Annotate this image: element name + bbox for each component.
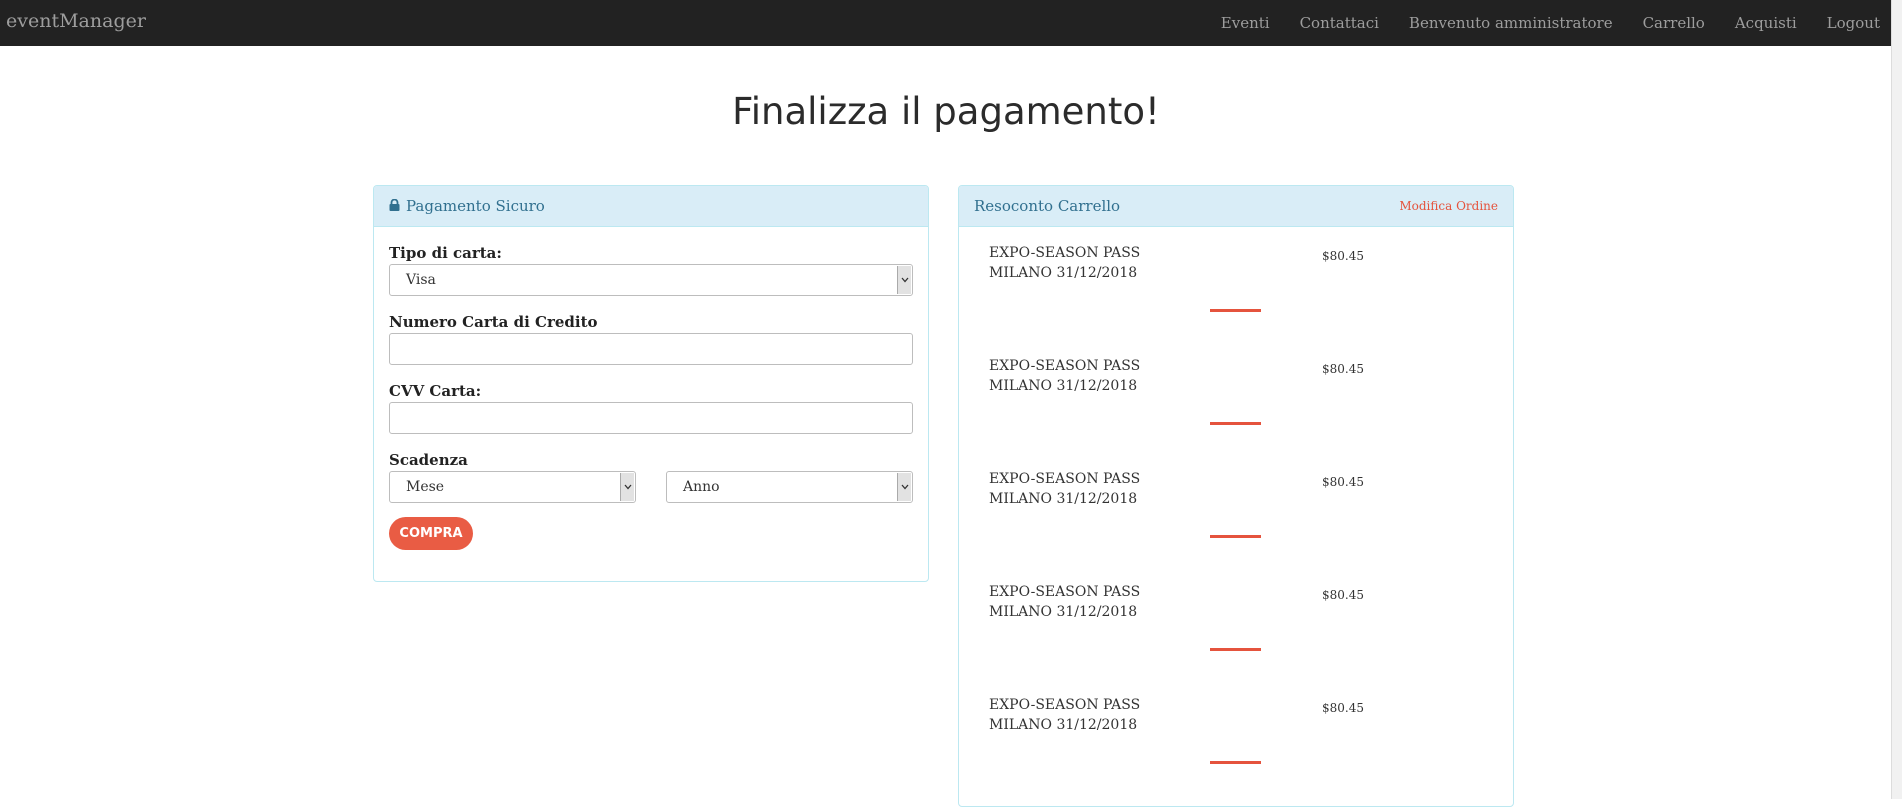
- nav-link-contattaci[interactable]: Contattaci: [1300, 14, 1379, 32]
- cart-item-name: EXPO-SEASON PASS MILANO 31/12/2018: [989, 358, 1141, 394]
- caret-down-icon: [897, 266, 911, 294]
- nav-link-acquisti[interactable]: Acquisti: [1735, 14, 1797, 32]
- cart-item-divider: [1210, 535, 1261, 538]
- caret-down-icon: [897, 473, 911, 501]
- cart-panel-title: Resoconto Carrello: [974, 197, 1121, 215]
- expiry-label: Scadenza: [389, 451, 468, 469]
- edit-order-link[interactable]: Modifica Ordine: [1399, 199, 1498, 213]
- payment-panel: Pagamento Sicuro Tipo di carta: Visa Num…: [373, 185, 929, 582]
- expiry-year-value: Anno: [683, 479, 720, 495]
- cart-item: EXPO-SEASON PASS MILANO 31/12/2018 $80.45: [989, 356, 1489, 469]
- cart-item-divider: [1210, 309, 1261, 312]
- cart-item-price: $80.45: [1322, 362, 1364, 376]
- vertical-scrollbar[interactable]: [1891, 0, 1902, 799]
- card-type-label: Tipo di carta:: [389, 244, 502, 262]
- card-type-value: Visa: [406, 272, 436, 288]
- card-number-label: Numero Carta di Credito: [389, 313, 598, 331]
- cart-summary-panel: Resoconto Carrello Modifica Ordine EXPO-…: [958, 185, 1514, 807]
- card-number-input[interactable]: [389, 333, 913, 365]
- cart-item-divider: [1210, 648, 1261, 651]
- navbar: eventManager Eventi Contattaci Benvenuto…: [0, 0, 1892, 46]
- cart-item-divider: [1210, 761, 1261, 764]
- payment-panel-title: Pagamento Sicuro: [406, 197, 545, 215]
- lock-icon: [389, 199, 400, 211]
- cart-item-name: EXPO-SEASON PASS MILANO 31/12/2018: [989, 584, 1141, 620]
- cart-item-price: $80.45: [1322, 588, 1364, 602]
- cart-item: EXPO-SEASON PASS MILANO 31/12/2018 $80.45: [989, 469, 1489, 582]
- nav-links: Eventi Contattaci Benvenuto amministrato…: [1191, 0, 1880, 46]
- cart-item-divider: [1210, 422, 1261, 425]
- cvv-label: CVV Carta:: [389, 382, 482, 400]
- cart-item-price: $80.45: [1322, 701, 1364, 715]
- cart-item: EXPO-SEASON PASS MILANO 31/12/2018 $80.45: [989, 695, 1489, 808]
- caret-down-icon: [620, 473, 634, 501]
- cart-item: EXPO-SEASON PASS MILANO 31/12/2018 $80.45: [989, 243, 1489, 356]
- cart-item-price: $80.45: [1322, 475, 1364, 489]
- cart-item: EXPO-SEASON PASS MILANO 31/12/2018 $80.45: [989, 582, 1489, 695]
- cart-panel-heading: Resoconto Carrello Modifica Ordine: [959, 186, 1513, 227]
- nav-link-carrello[interactable]: Carrello: [1643, 14, 1705, 32]
- cart-item-name: EXPO-SEASON PASS MILANO 31/12/2018: [989, 697, 1141, 733]
- expiry-year-select[interactable]: Anno: [666, 471, 913, 503]
- cart-item-price: $80.45: [1322, 249, 1364, 263]
- cart-item-name: EXPO-SEASON PASS MILANO 31/12/2018: [989, 471, 1141, 507]
- page-title: Finalizza il pagamento!: [732, 90, 1160, 133]
- nav-link-welcome-admin[interactable]: Benvenuto amministratore: [1409, 14, 1613, 32]
- nav-link-eventi[interactable]: Eventi: [1221, 14, 1270, 32]
- cvv-input[interactable]: [389, 402, 913, 434]
- nav-link-logout[interactable]: Logout: [1827, 14, 1880, 32]
- expiry-month-value: Mese: [406, 479, 445, 495]
- cart-item-name: EXPO-SEASON PASS MILANO 31/12/2018: [989, 245, 1141, 281]
- payment-panel-heading: Pagamento Sicuro: [374, 186, 928, 227]
- brand-logo[interactable]: eventManager: [6, 10, 146, 32]
- buy-button[interactable]: COMPRA: [389, 517, 473, 550]
- expiry-month-select[interactable]: Mese: [389, 471, 636, 503]
- card-type-select[interactable]: Visa: [389, 264, 913, 296]
